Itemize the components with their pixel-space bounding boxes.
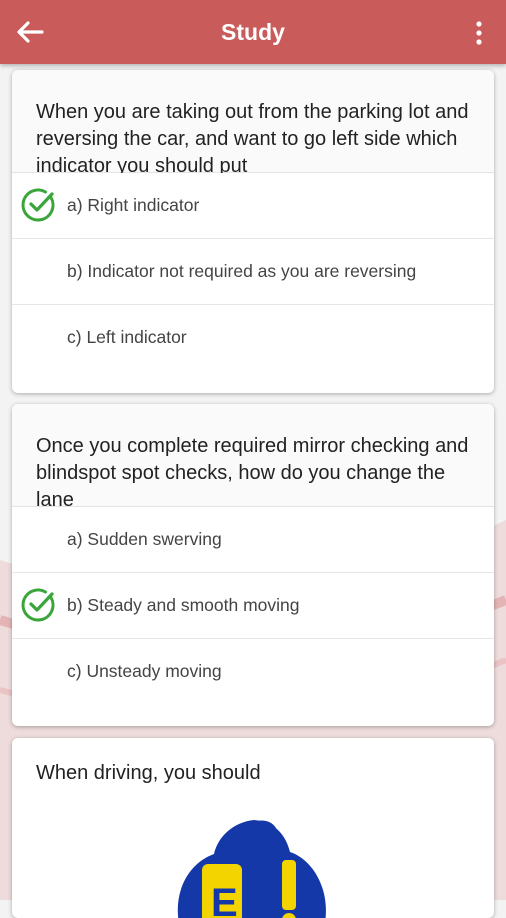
- check-circle-icon: [21, 588, 55, 622]
- more-vert-icon[interactable]: [474, 20, 484, 46]
- option-label: a) Right indicator: [67, 195, 200, 215]
- page-title: Study: [221, 19, 285, 45]
- question-list[interactable]: When you are taking out from the parking…: [0, 64, 506, 918]
- option-row[interactable]: c) Left indicator: [12, 305, 494, 371]
- question-text: When driving, you should: [12, 738, 494, 787]
- check-circle-icon: [21, 188, 55, 222]
- option-row[interactable]: a) Right indicator: [12, 173, 494, 239]
- question-text: When you are taking out from the parking…: [12, 70, 494, 177]
- option-label: c) Left indicator: [67, 327, 187, 347]
- app-bar: Study: [0, 0, 506, 64]
- question-image: E: [110, 788, 398, 918]
- question-text: Once you complete required mirror checki…: [12, 404, 494, 511]
- option-label: b) Steady and smooth moving: [67, 595, 300, 615]
- option-label: c) Unsteady moving: [67, 661, 222, 681]
- question-card: When you are taking out from the parking…: [12, 70, 494, 393]
- option-label: a) Sudden swerving: [67, 529, 222, 549]
- question-card: Once you complete required mirror checki…: [12, 404, 494, 726]
- option-label: b) Indicator not required as you are rev…: [67, 261, 417, 281]
- option-row[interactable]: b) Indicator not required as you are rev…: [12, 239, 494, 305]
- eagle-sign-icon: E: [177, 820, 326, 918]
- option-row[interactable]: a) Sudden swerving: [12, 507, 494, 573]
- option-row[interactable]: c) Unsteady moving: [12, 639, 494, 705]
- question-card: When driving, you should E: [12, 738, 494, 918]
- option-row[interactable]: b) Steady and smooth moving: [12, 573, 494, 639]
